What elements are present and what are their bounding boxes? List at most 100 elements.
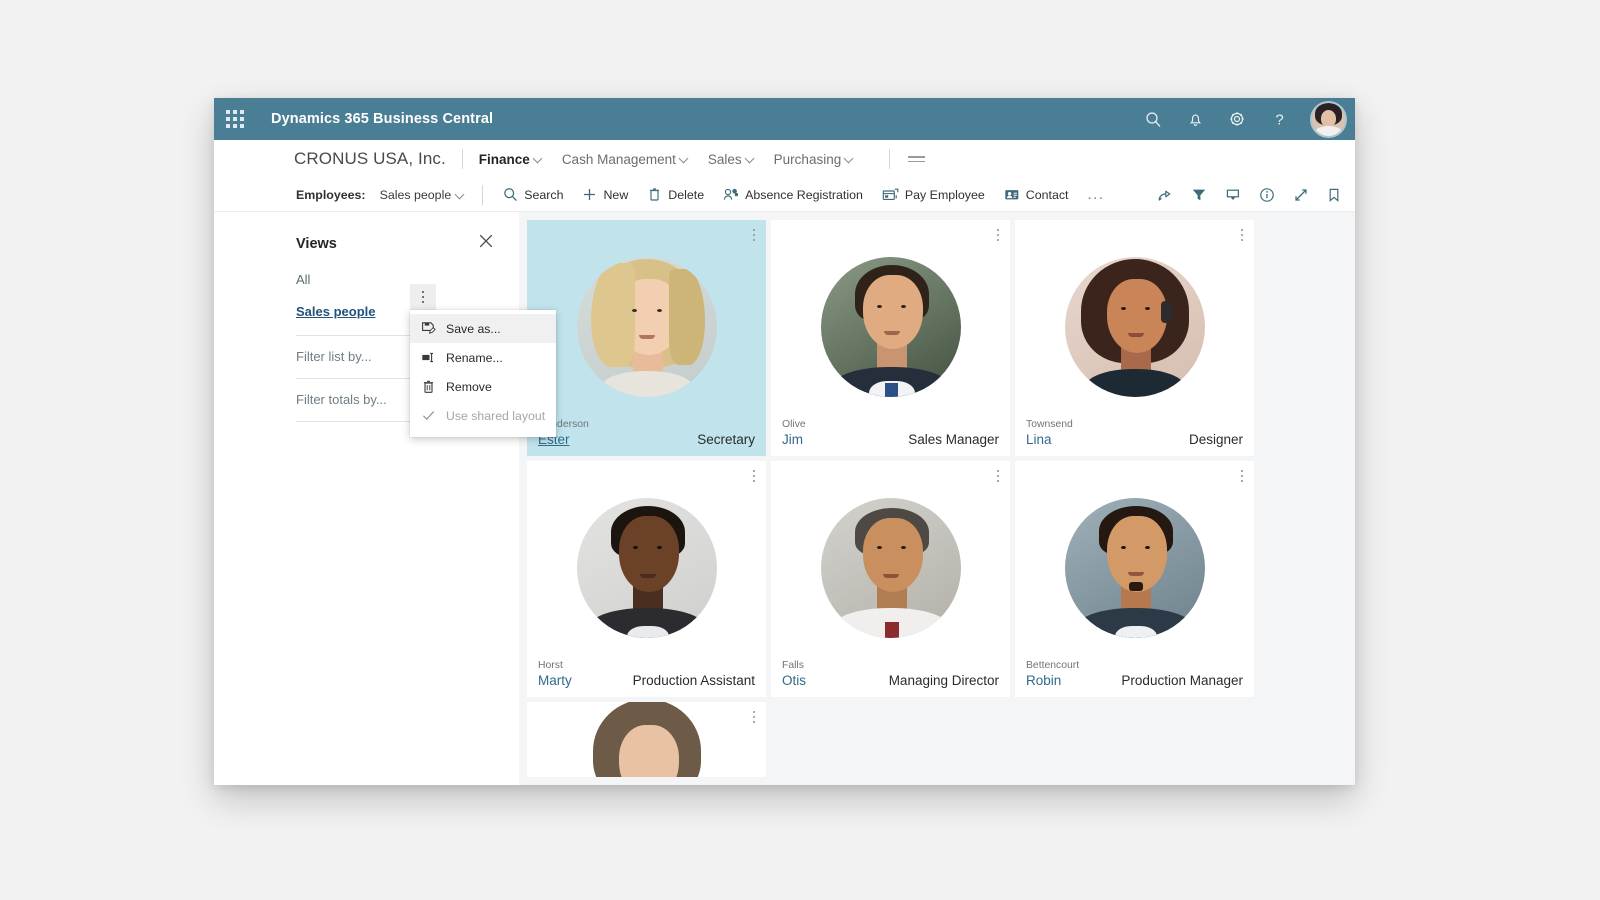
avatar (576, 498, 717, 638)
employee-caption: Falls Otis Managing Director (771, 652, 1010, 697)
contact-button[interactable]: Contact (1004, 187, 1069, 202)
notification-bell-icon[interactable] (1182, 106, 1208, 132)
filter-funnel-icon[interactable] (1191, 187, 1207, 203)
employee-job-title: Secretary (697, 432, 755, 447)
avatar (820, 257, 961, 397)
employee-caption: Olive Jim Sales Manager (771, 411, 1010, 456)
employee-first-name-link[interactable]: Jim (782, 432, 803, 447)
employee-first-name-link[interactable]: Lina (1026, 432, 1052, 447)
save-as-icon (422, 322, 436, 334)
new-button[interactable]: New (582, 187, 628, 202)
nav-item-purchasing-label: Purchasing (773, 151, 842, 167)
employee-last-name: Horst (538, 660, 563, 671)
employee-caption: Horst Marty Production Assistant (527, 652, 766, 697)
avatar (1064, 257, 1205, 397)
search-button[interactable]: Search (503, 187, 563, 202)
employee-last-name: Henderson (538, 419, 589, 430)
pay-employee-button[interactable]: Pay Employee (882, 187, 985, 202)
absence-registration-button[interactable]: Absence Registration (723, 187, 863, 202)
view-selector-label: Sales people (379, 187, 452, 202)
card-more-vertical-icon[interactable] (996, 470, 999, 482)
employee-card[interactable]: Horst Marty Production Assistant (527, 461, 766, 697)
search-button-label: Search (524, 187, 564, 202)
context-menu-item-save-as[interactable]: Save as... (410, 314, 556, 343)
brand-bar-actions: ? (1140, 98, 1345, 140)
employee-photo (527, 461, 766, 652)
navigation-bar: CRONUS USA, Inc. Finance Cash Management… (214, 140, 1355, 178)
context-menu-item-use-shared-layout[interactable]: Use shared layout (410, 401, 556, 430)
context-menu-item-rename[interactable]: Rename... (410, 343, 556, 372)
app-launcher-icon[interactable] (226, 110, 244, 128)
checkmark-icon (422, 411, 435, 421)
context-menu-use-shared-layout-label: Use shared layout (446, 408, 546, 423)
employee-first-name-link[interactable]: Marty (538, 673, 572, 688)
card-more-vertical-icon[interactable] (1240, 470, 1243, 482)
action-toolbar: Employees: Sales people Search New Delet… (214, 178, 1355, 212)
company-name[interactable]: CRONUS USA, Inc. (294, 149, 446, 169)
brand-bar: Dynamics 365 Business Central ? (214, 98, 1355, 140)
employee-card[interactable]: Bettencourt Robin Production Manager (1015, 461, 1254, 697)
settings-gear-icon[interactable] (1224, 106, 1250, 132)
employee-caption: Townsend Lina Designer (1015, 411, 1254, 456)
card-more-vertical-icon[interactable] (996, 229, 999, 241)
view-selector-dropdown[interactable]: Sales people (380, 188, 465, 202)
nav-item-finance[interactable]: Finance (479, 152, 542, 167)
toolbar-overflow-button[interactable]: ... (1088, 186, 1105, 203)
employee-caption: Bettencourt Robin Production Manager (1015, 652, 1254, 697)
focus-pin-icon[interactable] (1225, 187, 1241, 203)
delete-button[interactable]: Delete (647, 187, 704, 202)
employee-last-name: Bettencourt (1026, 660, 1080, 671)
employee-card[interactable]: Henderson Ester Secretary (527, 220, 766, 456)
context-menu-item-remove[interactable]: Remove (410, 372, 556, 401)
nav-item-sales-label: Sales (707, 151, 742, 167)
employee-cards-area: Henderson Ester Secretary Olive Jim Sale… (519, 212, 1355, 785)
view-context-menu: Save as... Rename... Remove Use shared l… (410, 310, 556, 437)
view-item-all[interactable]: All (296, 272, 310, 287)
share-icon[interactable] (1157, 187, 1173, 203)
avatar (820, 498, 961, 638)
nav-item-sales[interactable]: Sales (708, 152, 754, 167)
delete-button-label: Delete (668, 187, 705, 202)
employee-card[interactable]: Townsend Lina Designer (1015, 220, 1254, 456)
views-title: Views (296, 235, 337, 252)
close-x-icon[interactable] (475, 230, 497, 257)
chevron-down-icon (845, 154, 853, 162)
help-question-icon[interactable]: ? (1266, 106, 1292, 132)
employee-first-name-link[interactable]: Otis (782, 673, 806, 688)
toolbar-right-icons (1157, 178, 1341, 212)
views-header: Views (296, 230, 497, 257)
bookmark-icon[interactable] (1327, 187, 1341, 203)
entity-label: Employees: (296, 187, 366, 202)
employee-card[interactable]: Falls Otis Managing Director (771, 461, 1010, 697)
search-icon[interactable] (1140, 106, 1166, 132)
nav-item-cash-management[interactable]: Cash Management (562, 152, 688, 167)
info-circle-icon[interactable] (1259, 187, 1275, 203)
employee-job-title: Production Assistant (632, 673, 755, 688)
content-area: Views All Sales people Filter list by...… (214, 212, 1355, 785)
card-more-vertical-icon[interactable] (752, 470, 755, 482)
more-vertical-icon[interactable] (410, 284, 436, 310)
expand-arrows-icon[interactable] (1293, 187, 1309, 203)
menu-hamburger-icon[interactable] (908, 155, 926, 163)
pay-employee-label: Pay Employee (904, 187, 985, 202)
employee-card[interactable]: Olive Jim Sales Manager (771, 220, 1010, 456)
nav-item-purchasing[interactable]: Purchasing (774, 152, 854, 167)
employee-card[interactable] (527, 702, 766, 777)
card-more-vertical-icon[interactable] (752, 229, 755, 241)
nav-divider (461, 149, 463, 169)
employee-photo (771, 220, 1010, 411)
card-more-vertical-icon[interactable] (1240, 229, 1243, 241)
employee-first-name-link[interactable]: Robin (1026, 673, 1061, 688)
employee-job-title: Sales Manager (908, 432, 999, 447)
view-item-sales-people[interactable]: Sales people (296, 304, 375, 319)
chevron-down-icon (746, 154, 754, 162)
avatar (576, 702, 717, 777)
application-window: Dynamics 365 Business Central ? CRONUS U… (214, 98, 1355, 785)
views-panel: Views All Sales people Filter list by...… (214, 212, 556, 785)
user-avatar[interactable] (1312, 102, 1345, 136)
new-button-label: New (603, 187, 629, 202)
toolbar-divider (482, 184, 484, 205)
employee-job-title: Production Manager (1121, 673, 1243, 688)
employee-last-name: Olive (782, 419, 806, 430)
card-more-vertical-icon[interactable] (752, 711, 755, 723)
